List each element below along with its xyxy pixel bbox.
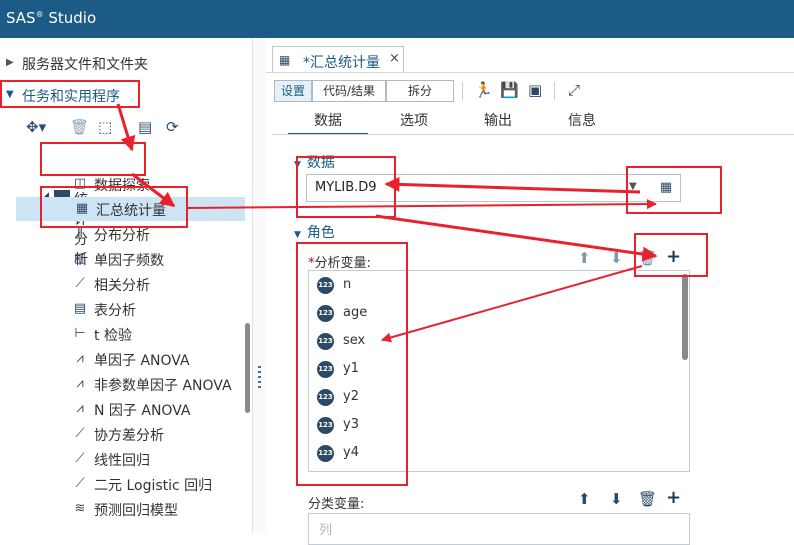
tree-item-label: 非参数单因子 ANOVA — [94, 378, 232, 394]
run-icon[interactable]: 🏃 — [474, 81, 493, 99]
tree-item-label: 表分析 — [94, 303, 136, 319]
tree-item-label: 预测回归模型 — [94, 503, 178, 519]
linear-regression-icon: ⟋ — [75, 451, 85, 466]
tab-summary-statistics[interactable]: ▦ *汇总统计量 × — [272, 46, 404, 73]
tree-item-label: 二元 Logistic 回归 — [94, 478, 213, 494]
class-variables-list[interactable]: 列 — [308, 513, 690, 545]
table-analysis-icon: ▤ — [73, 301, 87, 316]
edit-task-icon[interactable]: ⬚ — [98, 118, 112, 138]
move-down-icon[interactable]: ⬇ — [610, 490, 623, 508]
summary-stats-icon: ▦ — [279, 53, 291, 67]
tree-item[interactable]: ⟋ 相关分析 — [72, 272, 244, 296]
logistic-icon: ⟋ — [75, 476, 85, 491]
tree-item[interactable]: ⩘ N 因子 ANOVA — [72, 397, 244, 421]
tree-item[interactable]: ⟋ 二元 Logistic 回归 — [72, 472, 244, 496]
annotation-box — [40, 186, 188, 228]
variables-scrollbar[interactable] — [682, 274, 688, 360]
tree-item-label: 相关分析 — [94, 278, 150, 294]
tree-item[interactable]: ⊢ t 检验 — [72, 322, 244, 346]
chevron-down-icon: ▼ — [294, 230, 301, 240]
tree-item-label: 线性回归 — [94, 453, 150, 469]
annotation-box — [40, 142, 146, 176]
subtab-divider — [272, 134, 794, 135]
toolbar-divider — [554, 82, 555, 100]
frequency-icon: ▥ — [73, 251, 87, 266]
tree-item[interactable]: ▥ 单因子频数 — [72, 247, 244, 271]
tree-item[interactable]: ⩘ 单因子 ANOVA — [72, 347, 244, 371]
subtab-info[interactable]: 信息 — [568, 110, 596, 130]
toolbar-divider — [462, 82, 463, 100]
annotation-box — [296, 156, 396, 218]
class-placeholder: 列 — [319, 523, 333, 538]
anova-icon: ⩘ — [76, 351, 84, 366]
tree-item-label: N 因子 ANOVA — [94, 403, 191, 419]
remove-icon[interactable]: 🗑 — [638, 490, 657, 508]
covariance-icon: ⟋ — [75, 426, 85, 441]
subtab-output[interactable]: 输出 — [484, 110, 512, 130]
move-down-icon[interactable]: ⬇ — [610, 249, 623, 267]
settings-button[interactable]: 设置 — [274, 80, 312, 102]
distribution-icon: ⫴ — [77, 226, 83, 241]
navigation-pane: ▶ 服务器文件和文件夹 ▼ 任务和实用程序 ✥▾ 🗑 ⬚ ▤ ⟳ ◢ 统计分析 … — [0, 38, 252, 533]
trash-icon[interactable]: 🗑 — [70, 118, 89, 138]
properties-icon[interactable]: ▤ — [138, 118, 152, 138]
subtab-options[interactable]: 选项 — [400, 110, 428, 130]
new-task-icon[interactable]: ✥▾ — [26, 118, 46, 138]
chevron-right-icon: ▶ — [6, 57, 14, 68]
annotation-box — [296, 242, 408, 486]
n-anova-icon: ⩘ — [76, 401, 84, 416]
tree-item-label: 单因子频数 — [94, 253, 164, 269]
code-results-button[interactable]: 代码/结果 — [312, 80, 386, 102]
left-scrollbar[interactable] — [245, 323, 250, 413]
maximize-icon[interactable]: ⤢ — [568, 81, 580, 99]
nonparam-anova-icon: ⩘ — [76, 376, 84, 391]
tree-item[interactable]: ⟋ 协方差分析 — [72, 422, 244, 446]
class-variables-label: 分类变量: — [308, 497, 365, 512]
save-icon[interactable]: 💾 — [500, 81, 519, 99]
annotation-box — [634, 233, 708, 277]
close-icon[interactable]: × — [389, 51, 400, 66]
refresh-icon[interactable]: ⟳ — [166, 118, 179, 138]
move-up-icon[interactable]: ⬆ — [578, 490, 591, 508]
predictive-model-icon: ≋ — [74, 501, 86, 516]
split-button[interactable]: 拆分 — [386, 80, 454, 102]
app-title: SAS® Studio — [6, 9, 97, 27]
annotation-box — [0, 80, 140, 108]
tree-item[interactable]: ▤ 表分析 — [72, 297, 244, 321]
subtab-data[interactable]: 数据 — [288, 110, 368, 135]
add-column-icon[interactable]: + — [666, 487, 681, 508]
tree-item-label: 分布分析 — [94, 228, 150, 244]
section-server-files[interactable]: ▶ 服务器文件和文件夹 — [0, 48, 245, 78]
t-test-icon: ⊢ — [74, 326, 86, 341]
tab-divider — [266, 72, 794, 73]
annotation-box — [626, 166, 722, 214]
splitter-grip-icon — [258, 366, 261, 388]
tree-item[interactable]: ≋ 预测回归模型 — [72, 497, 244, 521]
correlation-icon: ⟋ — [75, 276, 85, 291]
title-bar: SAS® Studio — [0, 0, 794, 38]
tree-item[interactable]: ⟋ 线性回归 — [72, 447, 244, 471]
tree-item-label: 单因子 ANOVA — [94, 353, 190, 369]
tree-item[interactable]: ⩘ 非参数单因子 ANOVA — [72, 372, 244, 396]
move-up-icon[interactable]: ⬆ — [578, 249, 591, 267]
tree-item-label: 协方差分析 — [94, 428, 164, 444]
save-as-icon[interactable]: ▣ — [528, 81, 542, 99]
tree-item-label: t 检验 — [94, 328, 132, 344]
section-roles[interactable]: ▼ 角色 — [294, 222, 335, 242]
